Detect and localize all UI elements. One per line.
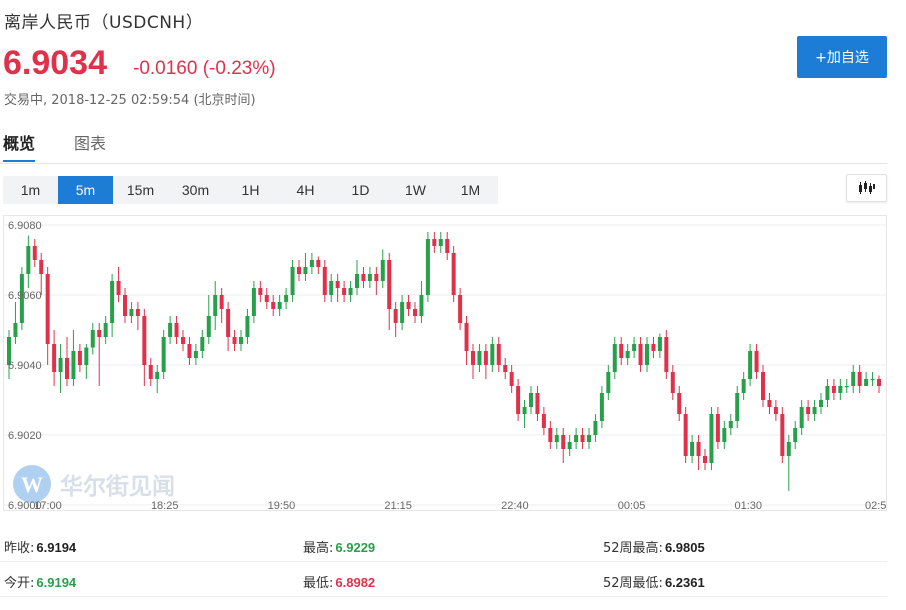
period-15m[interactable]: 15m xyxy=(113,176,168,204)
candle xyxy=(425,232,430,302)
y-tick-label: 6.9060 xyxy=(8,290,42,302)
x-tick-label: 01:30 xyxy=(735,500,763,512)
candle xyxy=(161,330,166,379)
candle xyxy=(709,407,714,470)
tab-chart[interactable]: 图表 xyxy=(74,130,106,162)
stat-high: 最高: 6.9229 xyxy=(303,540,376,556)
period-1h[interactable]: 1H xyxy=(223,176,278,204)
x-tick-label: 22:40 xyxy=(501,500,529,512)
stat-52w-high: 52周最高: 6.9805 xyxy=(603,540,705,556)
period-4h[interactable]: 4H xyxy=(278,176,333,204)
stat-prev-close: 昨收: 6.9194 xyxy=(4,540,77,556)
price-change: -0.0160 (-0.23%) xyxy=(133,58,276,79)
instrument-title: 离岸人民币（USDCNH） xyxy=(4,13,204,33)
period-1mo[interactable]: 1M xyxy=(443,176,498,204)
period-30m[interactable]: 30m xyxy=(168,176,223,204)
candlestick-icon xyxy=(858,181,875,194)
stat-low: 最低: 6.8982 xyxy=(303,575,376,591)
last-price: 6.9034 xyxy=(3,44,107,82)
x-tick-label: 21:15 xyxy=(384,500,412,512)
tab-overview[interactable]: 概览 xyxy=(3,130,36,162)
x-tick-label: 18:25 xyxy=(151,500,179,512)
stat-open: 今开: 6.9194 xyxy=(4,575,77,591)
period-selector: 1m 5m 15m 30m 1H 4H 1D 1W 1M xyxy=(3,176,498,204)
chart-frame xyxy=(3,215,887,511)
period-1m[interactable]: 1m xyxy=(3,176,58,204)
stats-row-1: 昨收: 6.9194 最高: 6.9229 52周最高: 6.9805 xyxy=(0,528,887,562)
candle xyxy=(683,407,688,463)
stats-row-2: 今开: 6.9194 最低: 6.8982 52周最低: 6.2361 xyxy=(0,563,887,597)
candle xyxy=(451,246,456,302)
watermark-logo-letter: W xyxy=(21,472,43,497)
y-tick-label: 6.9020 xyxy=(8,430,42,442)
period-1w[interactable]: 1W xyxy=(388,176,443,204)
y-tick-label: 6.9080 xyxy=(8,220,42,232)
y-tick-label: 6.9040 xyxy=(8,360,42,372)
period-5m[interactable]: 5m xyxy=(58,176,113,204)
watermark-text: 华尔街见闻 xyxy=(60,473,175,500)
candle xyxy=(664,330,669,379)
chart-type-button[interactable] xyxy=(846,174,887,202)
x-tick-label: 19:50 xyxy=(268,500,296,512)
stats-panel: 昨收: 6.9194 最高: 6.9229 52周最高: 6.9805 今开: 6.91… xyxy=(0,528,906,610)
x-tick-label: 02:5 xyxy=(865,500,886,512)
trading-status: 交易中, 2018-12-25 02:59:54 (北京时间) xyxy=(4,93,256,108)
stat-52w-low: 52周最低: 6.2361 xyxy=(603,575,705,591)
candlestick-chart[interactable]: W 华尔街见闻 6.90806.90606.90406.90206.9000 1… xyxy=(3,215,887,517)
add-to-watchlist-button[interactable]: +加自选 xyxy=(797,36,887,78)
candle xyxy=(780,407,785,463)
period-1d[interactable]: 1D xyxy=(333,176,388,204)
x-tick-label: 00:05 xyxy=(618,500,646,512)
tab-bar: 概览 图表 xyxy=(0,124,887,164)
x-tick-label: 17:00 xyxy=(34,500,62,512)
